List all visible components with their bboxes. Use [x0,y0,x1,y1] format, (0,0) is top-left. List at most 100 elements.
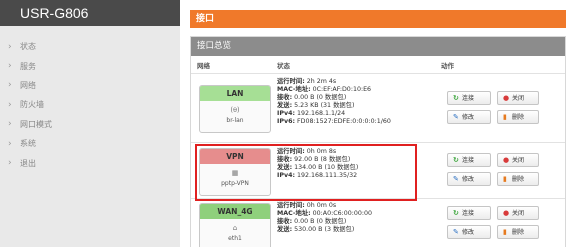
column-header-network: 网络 [197,61,210,70]
button-label: 连接 [462,210,475,217]
interface-card-wan-4g: WAN_4G ⌂ eth1 [199,203,271,247]
close-button[interactable]: ● 关闭 [497,153,539,167]
chevron-right-icon: › [8,138,12,149]
interface-overview-panel: 接口总览 网络 状态 动作 LAN (ᵾ̈) br-lan 运行时间: 2h 2… [190,36,566,247]
status-key: 接收: [277,94,293,102]
refresh-icon: ↻ [453,156,459,164]
sidebar-item-label: 网口模式 [20,119,52,129]
connect-button[interactable]: ↻ 连接 [447,91,491,105]
sidebar-item-port-mode[interactable]: › 网口模式 [0,115,180,134]
button-label: 修改 [462,114,475,121]
sidebar-item-label: 系统 [20,139,36,149]
sidebar-item-status[interactable]: › 状态 [0,37,180,56]
ethernet-port-icon: ⌂ [232,224,238,232]
interface-name: WAN_4G [200,204,270,219]
status-key: IPv4: [277,110,295,118]
status-value: 192.168.1.1/24 [294,110,346,118]
stop-icon: ● [503,209,510,217]
button-label: 连接 [462,157,475,164]
trash-icon: ▮ [503,228,507,236]
edit-icon: ✎ [453,175,459,183]
connect-button[interactable]: ↻ 连接 [447,206,491,220]
status-value: 0.00 B (0 数据包) [292,218,347,226]
refresh-icon: ↻ [453,209,459,217]
delete-button[interactable]: ▮ 删除 [497,225,539,239]
button-label: 关闭 [512,210,525,217]
button-label: 修改 [462,229,475,236]
delete-button[interactable]: ▮ 删除 [497,172,539,186]
column-header-status: 状态 [277,61,290,70]
brand-title: USR-G806 [0,0,180,26]
status-value: 0h 0m 0s [304,202,337,209]
sidebar-item-system[interactable]: › 系统 [0,134,180,153]
status-key: 运行时间: [277,78,305,85]
status-key: 发送: [277,102,293,110]
chevron-right-icon: › [8,158,12,169]
close-button[interactable]: ● 关闭 [497,206,539,220]
edit-button[interactable]: ✎ 修改 [447,110,491,124]
interface-status: 运行时间: 0h 0m 0s MAC-地址: 00:A0:C6:00:00:00… [277,202,372,234]
button-label: 删除 [512,229,525,236]
trash-icon: ▮ [503,113,507,121]
panel-title: 接口总览 [191,37,565,56]
button-label: 删除 [512,114,525,121]
edit-icon: ✎ [453,113,459,121]
status-value: 5.23 KB (31 数据包) [292,102,355,110]
button-label: 修改 [462,176,475,183]
status-value: 530.00 B (3 数据包) [292,226,355,234]
button-label: 关闭 [512,157,525,164]
chevron-right-icon: › [8,99,12,110]
sidebar-item-network[interactable]: › 网络 [0,76,180,95]
sidebar-item-firewall[interactable]: › 防火墙 [0,95,180,114]
sidebar-item-label: 服务 [20,61,36,71]
interface-device: eth1 [228,235,242,242]
connect-button[interactable]: ↻ 连接 [447,153,491,167]
status-value: 00:A0:C6:00:00:00 [310,210,373,218]
chevron-right-icon: › [8,80,12,91]
sidebar-item-label: 防火墙 [20,100,44,110]
stop-icon: ● [503,156,510,164]
status-value: 0.00 B (0 数据包) [292,94,347,102]
sidebar-item-label: 状态 [20,42,36,52]
interface-name: LAN [200,86,270,101]
chevron-right-icon: › [8,41,12,52]
status-key: IPv6: [277,118,295,126]
vpn-highlight-box [195,144,417,201]
sidebar-item-services[interactable]: › 服务 [0,56,180,75]
edit-icon: ✎ [453,228,459,236]
network-bridge-icon: (ᵾ̈) [230,106,240,114]
refresh-icon: ↻ [453,94,459,102]
status-key: 运行时间: [277,202,305,209]
stop-icon: ● [503,94,510,102]
table-row-wan-4g: WAN_4G ⌂ eth1 运行时间: 0h 0m 0s MAC-地址: 00:… [191,199,565,247]
chevron-right-icon: › [8,119,12,130]
sidebar-item-label: 网络 [20,80,36,90]
status-key: MAC-地址: [277,86,311,94]
sidebar: USR-G806 › 状态 › 服务 › 网络 › 防火墙 › 网口模式 › 系统 › 退出 [0,0,180,247]
status-key: 发送: [277,226,293,234]
main-content: 接口 接口总览 网络 状态 动作 LAN (ᵾ̈) br-lan 运行时间: 2… [180,0,580,247]
section-title: 接口 [190,10,566,28]
interface-card-lan: LAN (ᵾ̈) br-lan [199,85,271,133]
button-label: 关闭 [512,95,525,102]
delete-button[interactable]: ▮ 删除 [497,110,539,124]
edit-button[interactable]: ✎ 修改 [447,172,491,186]
table-row-lan: LAN (ᵾ̈) br-lan 运行时间: 2h 2m 4s MAC-地址: 0… [191,75,565,143]
status-key: MAC-地址: [277,210,311,218]
sidebar-nav: › 状态 › 服务 › 网络 › 防火墙 › 网口模式 › 系统 › 退出 [0,37,180,173]
edit-button[interactable]: ✎ 修改 [447,225,491,239]
trash-icon: ▮ [503,175,507,183]
status-value: 2h 2m 4s [304,78,337,85]
sidebar-item-label: 退出 [20,158,36,168]
button-label: 连接 [462,95,475,102]
table-header: 网络 状态 动作 [191,56,565,74]
sidebar-item-logout[interactable]: › 退出 [0,153,180,172]
close-button[interactable]: ● 关闭 [497,91,539,105]
interface-device: br-lan [226,117,244,124]
interface-status: 运行时间: 2h 2m 4s MAC-地址: 0C:EF:AF:D0:10:E6… [277,78,391,127]
column-header-action: 动作 [441,61,454,70]
chevron-right-icon: › [8,61,12,72]
status-key: 接收: [277,218,293,226]
button-label: 删除 [512,176,525,183]
status-value: 0C:EF:AF:D0:10:E6 [310,86,372,94]
